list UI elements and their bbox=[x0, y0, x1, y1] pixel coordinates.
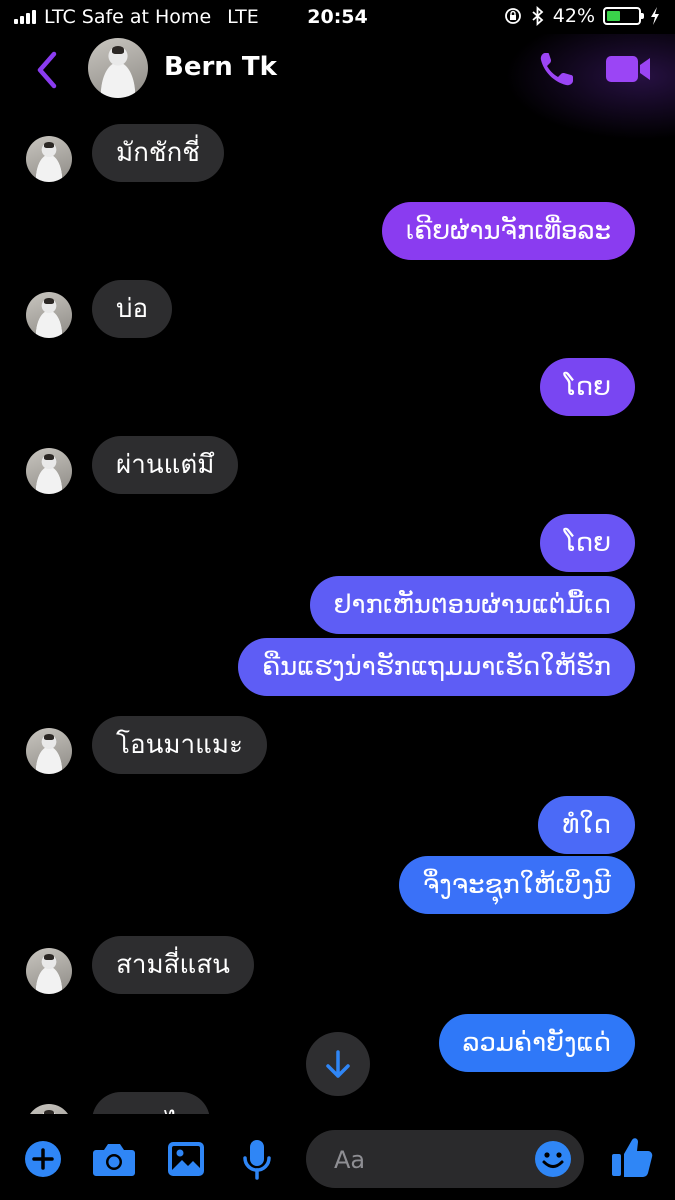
image-icon[interactable] bbox=[166, 1140, 206, 1178]
emoji-icon[interactable] bbox=[534, 1140, 572, 1178]
video-call-icon[interactable] bbox=[600, 48, 656, 90]
contact-avatar[interactable] bbox=[88, 38, 148, 98]
message-outgoing[interactable]: ທໍໃດ bbox=[538, 796, 635, 854]
message-outgoing[interactable]: ໂດຍ bbox=[539, 514, 635, 572]
bluetooth-icon bbox=[532, 6, 544, 26]
sender-avatar bbox=[26, 136, 72, 182]
message-incoming[interactable]: บ่อ bbox=[92, 280, 173, 338]
orientation-lock-icon bbox=[504, 8, 521, 24]
message-outgoing[interactable]: ລວມຄ່າຍັງແດ່ bbox=[438, 1014, 635, 1072]
sender-avatar bbox=[26, 948, 72, 994]
message-outgoing[interactable]: ຈຶ່ງຈະຊຸກໃຫ້ເບິ່ງນີ bbox=[398, 856, 635, 914]
thumbs-up-icon[interactable] bbox=[610, 1134, 654, 1180]
message-input[interactable] bbox=[332, 1130, 536, 1190]
message-composer bbox=[0, 1114, 675, 1200]
message-incoming[interactable]: มักชักชี่ bbox=[92, 124, 224, 182]
arrow-down-icon bbox=[326, 1050, 350, 1078]
message-outgoing[interactable]: ໂດຍ bbox=[539, 358, 635, 416]
message-incoming[interactable]: โอนมาแมะ bbox=[92, 716, 267, 774]
camera-icon[interactable] bbox=[92, 1140, 136, 1178]
contact-name[interactable]: Bern Tk bbox=[164, 52, 277, 82]
message-outgoing[interactable]: เຄີຍຜ່ານຈັກເທື່ອລະ bbox=[381, 202, 635, 260]
sender-avatar bbox=[26, 292, 72, 338]
status-right: 42% bbox=[503, 5, 661, 27]
message-outgoing[interactable]: ຄືນແຮງນ່າຮັກແຖມມາເຮັດໃຫ້ຮັກ bbox=[238, 638, 635, 696]
phone-call-icon[interactable] bbox=[536, 48, 578, 90]
sender-avatar bbox=[26, 728, 72, 774]
battery-percent: 42% bbox=[552, 5, 595, 27]
message-incoming[interactable]: ผ่านแต่มึ bbox=[92, 436, 239, 494]
plus-icon[interactable] bbox=[24, 1140, 62, 1178]
chat-header: Bern Tk bbox=[0, 34, 675, 140]
charging-bolt-icon bbox=[651, 7, 659, 25]
message-incoming[interactable]: สามสี่แสน bbox=[92, 936, 254, 994]
message-input-wrapper bbox=[306, 1130, 584, 1190]
back-chevron-icon[interactable] bbox=[30, 48, 66, 92]
sender-avatar bbox=[26, 448, 72, 494]
scroll-to-bottom-button[interactable] bbox=[306, 1032, 370, 1096]
battery-icon bbox=[603, 7, 644, 25]
microphone-icon[interactable] bbox=[240, 1138, 274, 1182]
status-bar: LTC Safe at Home LTE 20:54 42% bbox=[0, 0, 675, 34]
message-outgoing[interactable]: ຢາກເຫັນຕອນຜ່ານແຕ່ມື້ເດ bbox=[309, 576, 635, 634]
